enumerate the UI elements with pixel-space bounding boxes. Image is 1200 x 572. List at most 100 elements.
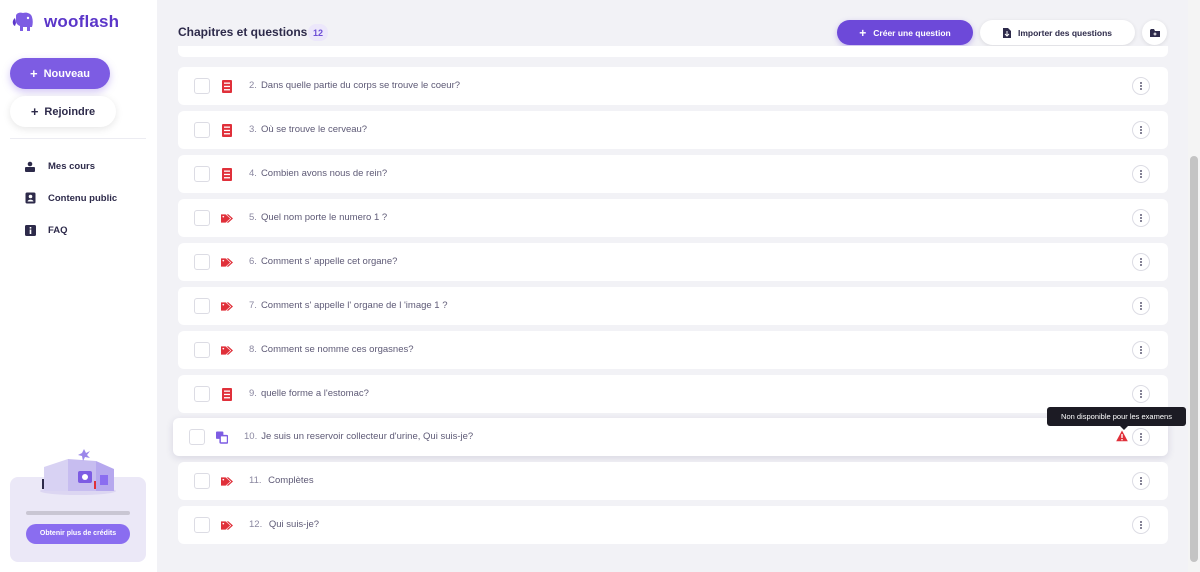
sidebar: wooflash + Nouveau + Rejoindre Mes cours… — [0, 0, 157, 572]
kebab-menu-icon — [1140, 126, 1142, 134]
question-number: 12. — [249, 519, 263, 530]
credits-progress — [26, 511, 130, 515]
question-row[interactable]: 3. Où se trouve le cerveau? — [178, 111, 1168, 149]
question-row[interactable]: 2. Dans quelle partie du corps se trouve … — [178, 67, 1168, 105]
question-number: 4. — [249, 168, 257, 179]
logo[interactable]: wooflash — [12, 12, 119, 32]
question-row[interactable]: 12. Qui suis-je? — [178, 506, 1168, 544]
tag-icon — [221, 211, 233, 225]
house-illustration-icon — [40, 449, 116, 495]
info-icon — [24, 224, 36, 236]
question-number: 2. — [249, 80, 257, 91]
row-checkbox[interactable] — [194, 122, 210, 138]
get-credits-button[interactable]: Obtenir plus de crédits — [26, 524, 130, 544]
join-button[interactable]: + Rejoindre — [10, 96, 116, 127]
row-checkbox[interactable] — [194, 342, 210, 358]
tag-icon — [221, 299, 233, 313]
question-number: 6. — [249, 256, 257, 267]
more-options-button[interactable] — [1132, 341, 1150, 359]
row-checkbox[interactable] — [194, 517, 210, 533]
question-row[interactable]: 8. Comment se nomme ces orgasnes? — [178, 331, 1168, 369]
question-number: 11. — [249, 475, 262, 486]
kebab-menu-icon — [1140, 258, 1142, 266]
question-text: 6. Comment s' appelle cet organe? — [249, 243, 397, 281]
question-number: 9. — [249, 388, 257, 399]
graduation-cap-icon — [24, 160, 36, 172]
list-icon — [221, 79, 233, 93]
more-options-button[interactable] — [1132, 77, 1150, 95]
question-number: 5. — [249, 212, 257, 223]
question-label: Dans quelle partie du corps se trouve le… — [260, 80, 461, 91]
question-row[interactable]: 7. Comment s' appelle l' organe de l 'ima… — [178, 287, 1168, 325]
question-row[interactable]: 5. Quel nom porte le numero 1 ? — [178, 199, 1168, 237]
question-label: Comment s' appelle l' organe de l 'image… — [260, 300, 448, 311]
list-icon — [221, 167, 233, 181]
more-options-button[interactable] — [1132, 165, 1150, 183]
row-checkbox[interactable] — [194, 210, 210, 226]
more-options-button[interactable] — [1132, 253, 1150, 271]
list-item-partial — [178, 46, 1168, 57]
plus-icon: + — [29, 66, 38, 81]
more-options-button[interactable] — [1132, 385, 1150, 403]
sidebar-item-faq[interactable]: FAQ — [0, 214, 157, 246]
kebab-menu-icon — [1140, 390, 1142, 398]
new-button[interactable]: + Nouveau — [10, 58, 110, 89]
sidebar-item-label: Contenu public — [48, 192, 118, 204]
question-number: 10. — [244, 431, 258, 442]
new-button-label: Nouveau — [43, 67, 91, 80]
sidebar-nav: Mes cours Contenu public FAQ — [0, 150, 157, 246]
question-text: 2. Dans quelle partie du corps se trouve … — [249, 67, 460, 105]
question-row[interactable]: 4. Combien avons nous de rein? — [178, 155, 1168, 193]
question-label: Je suis un reservoir collecteur d'urine,… — [261, 431, 474, 442]
more-options-button[interactable] — [1132, 516, 1150, 534]
tooltip: Non disponible pour les examens — [1047, 407, 1186, 426]
plus-icon: + — [30, 104, 39, 119]
row-checkbox[interactable] — [194, 78, 210, 94]
more-options-button[interactable] — [1132, 121, 1150, 139]
row-checkbox[interactable] — [189, 429, 205, 445]
row-checkbox[interactable] — [194, 166, 210, 182]
app-name: wooflash — [44, 12, 120, 31]
sidebar-item-label: Mes cours — [48, 160, 95, 172]
question-text: 3. Où se trouve le cerveau? — [249, 111, 367, 149]
question-row[interactable]: 11. Complètes — [178, 462, 1168, 500]
question-row[interactable]: 6. Comment s' appelle cet organe? — [178, 243, 1168, 281]
kebab-menu-icon — [1140, 82, 1142, 90]
question-text: 11. Complètes — [249, 462, 314, 500]
sidebar-item-mes-cours[interactable]: Mes cours — [0, 150, 157, 182]
question-number: 8. — [249, 344, 257, 355]
tag-icon — [221, 518, 233, 532]
row-checkbox[interactable] — [194, 473, 210, 489]
tag-icon — [221, 343, 233, 357]
question-label: Qui suis-je? — [266, 519, 320, 530]
question-row[interactable]: 10. Je suis un reservoir collecteur d'uri… — [173, 418, 1168, 456]
question-text: 9. quelle forme a l'estomac? — [249, 375, 369, 413]
question-text: 5. Quel nom porte le numero 1 ? — [249, 199, 387, 237]
join-button-label: Rejoindre — [44, 105, 96, 118]
kebab-menu-icon — [1140, 170, 1142, 178]
more-options-button[interactable] — [1132, 297, 1150, 315]
scrollbar-thumb[interactable] — [1190, 156, 1198, 562]
sidebar-divider — [10, 138, 146, 139]
sidebar-item-contenu-public[interactable]: Contenu public — [0, 182, 157, 214]
tag-icon — [221, 474, 233, 488]
question-label: Comment se nomme ces orgasnes? — [260, 344, 414, 355]
kebab-menu-icon — [1140, 521, 1142, 529]
question-number: 7. — [249, 300, 257, 311]
row-checkbox[interactable] — [194, 386, 210, 402]
more-options-button[interactable] — [1132, 428, 1150, 446]
warning-icon[interactable] — [1116, 430, 1128, 442]
question-label: quelle forme a l'estomac? — [260, 388, 369, 399]
question-label: Où se trouve le cerveau? — [260, 124, 368, 135]
question-text: 4. Combien avons nous de rein? — [249, 155, 387, 193]
more-options-button[interactable] — [1132, 472, 1150, 490]
more-options-button[interactable] — [1132, 209, 1150, 227]
kebab-menu-icon — [1140, 346, 1142, 354]
question-number: 3. — [249, 124, 257, 135]
kebab-menu-icon — [1140, 477, 1142, 485]
list-icon — [221, 387, 233, 401]
row-checkbox[interactable] — [194, 254, 210, 270]
question-label: Combien avons nous de rein? — [260, 168, 388, 179]
row-checkbox[interactable] — [194, 298, 210, 314]
question-row[interactable]: 9. quelle forme a l'estomac? — [178, 375, 1168, 413]
